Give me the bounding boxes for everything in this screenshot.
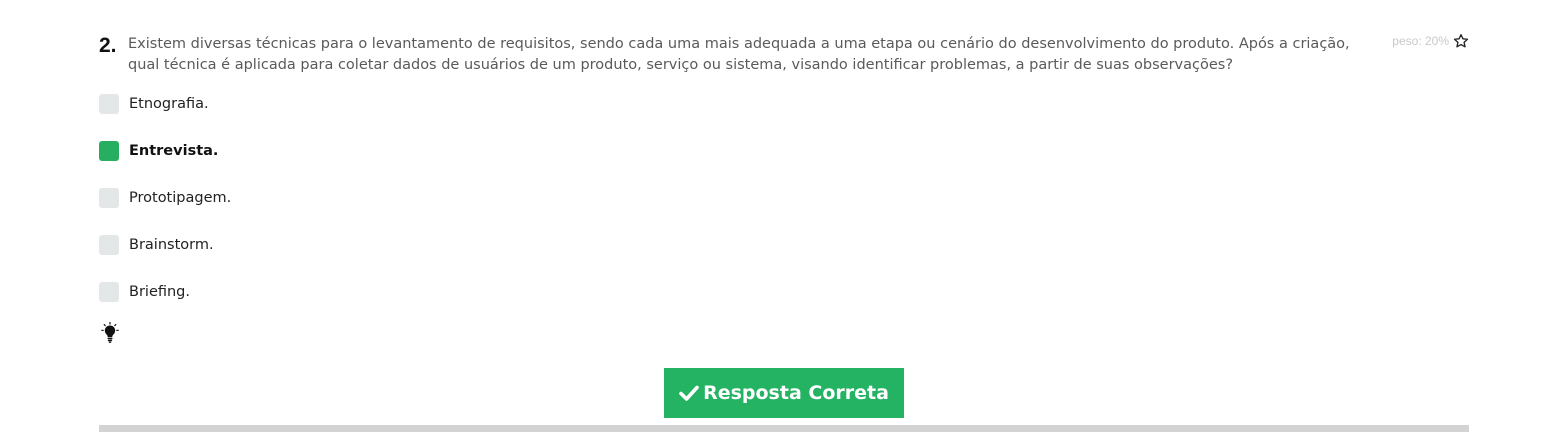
- option-label: Briefing.: [129, 284, 190, 300]
- option-checkbox[interactable]: [99, 188, 119, 208]
- option-prototipagem[interactable]: Prototipagem.: [99, 188, 231, 208]
- question-text: Existem diversas técnicas para o levanta…: [128, 36, 1350, 73]
- option-label: Prototipagem.: [129, 190, 232, 206]
- button-label: Resposta Correta: [703, 382, 889, 404]
- question-number: 2.: [99, 34, 117, 57]
- option-label: Brainstorm.: [129, 237, 214, 253]
- option-checkbox[interactable]: [99, 282, 119, 302]
- option-briefing[interactable]: Briefing.: [99, 282, 190, 302]
- option-etnografia[interactable]: Etnografia.: [99, 94, 209, 114]
- option-checkbox-selected[interactable]: [99, 141, 119, 161]
- question-meta: peso: 20%: [1392, 33, 1469, 49]
- correct-answer-button[interactable]: Resposta Correta: [664, 368, 904, 418]
- check-icon: [679, 384, 703, 402]
- star-icon[interactable]: [1453, 33, 1469, 49]
- question-weight: peso: 20%: [1392, 34, 1449, 48]
- lightbulb-icon[interactable]: [101, 321, 119, 344]
- option-entrevista[interactable]: Entrevista.: [99, 141, 218, 161]
- option-checkbox[interactable]: [99, 235, 119, 255]
- divider: [99, 425, 1469, 432]
- option-brainstorm[interactable]: Brainstorm.: [99, 235, 214, 255]
- option-label: Etnografia.: [129, 96, 209, 112]
- option-label: Entrevista.: [129, 143, 219, 159]
- option-checkbox[interactable]: [99, 94, 119, 114]
